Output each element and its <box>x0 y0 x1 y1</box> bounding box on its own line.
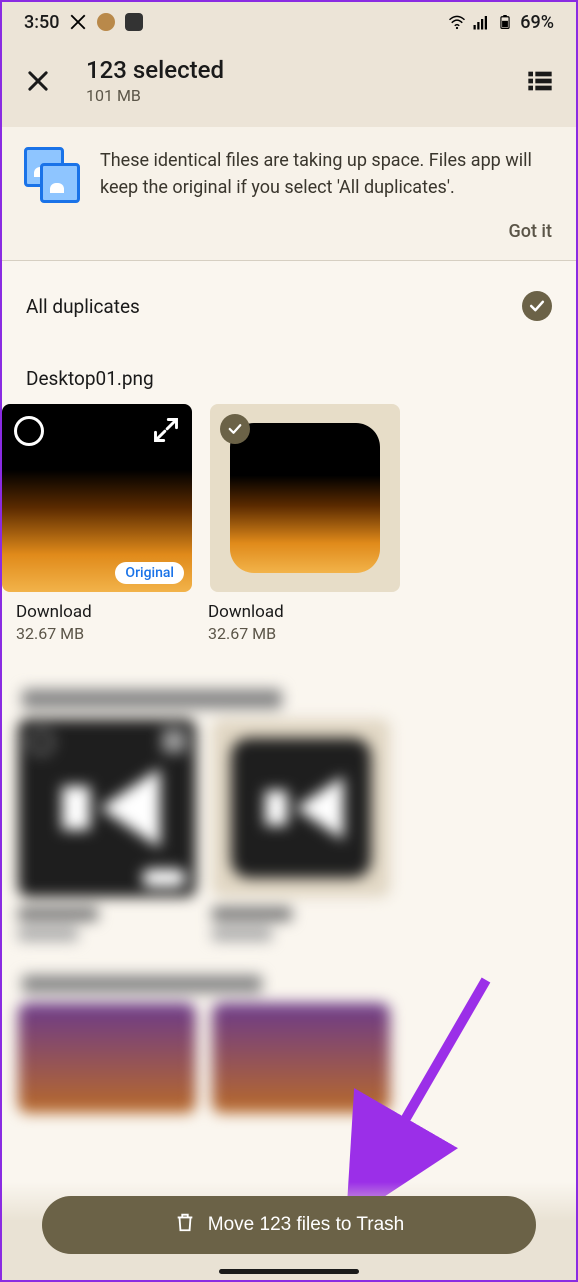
selected-check-icon[interactable] <box>220 414 250 444</box>
thumbnail-row: Original Download 32.67 MB Download 32.6… <box>2 404 576 643</box>
status-time: 3:50 <box>24 12 59 33</box>
duplicates-illustration-icon <box>24 147 80 203</box>
status-bar: 3:50 69% <box>2 2 576 42</box>
file-item-original[interactable]: Original Download 32.67 MB <box>2 404 192 643</box>
info-card: These identical files are taking up spac… <box>2 127 576 261</box>
x-app-icon <box>69 13 87 31</box>
file-item-duplicate[interactable]: Download 32.67 MB <box>202 404 392 643</box>
wifi-icon <box>448 13 466 31</box>
selection-subtitle: 101 MB <box>86 86 526 105</box>
selection-topbar: 123 selected 101 MB <box>2 42 576 127</box>
select-circle-icon[interactable] <box>14 416 44 446</box>
close-icon[interactable] <box>24 67 52 95</box>
app-icon-1 <box>97 13 115 31</box>
expand-icon[interactable] <box>152 416 180 444</box>
got-it-button[interactable]: Got it <box>24 203 554 252</box>
view-list-icon[interactable] <box>526 67 554 95</box>
signal-icon <box>472 13 490 31</box>
all-duplicates-check-icon[interactable] <box>522 291 552 321</box>
blurred-group-2 <box>2 671 576 1119</box>
group-title: Desktop01.png <box>2 329 576 404</box>
nav-handle[interactable] <box>219 1269 359 1274</box>
app-icon-2 <box>125 13 143 31</box>
battery-icon <box>496 13 514 31</box>
trash-button-label: Move 123 files to Trash <box>208 1214 404 1236</box>
original-badge: Original <box>115 562 184 584</box>
all-duplicates-label: All duplicates <box>26 295 140 318</box>
selection-title: 123 selected <box>86 56 526 84</box>
bottom-bar: Move 123 files to Trash <box>2 1182 576 1280</box>
info-message: These identical files are taking up spac… <box>100 147 554 201</box>
battery-percent: 69% <box>520 12 554 33</box>
file-location: Download <box>16 602 190 622</box>
file-size: 32.67 MB <box>208 624 390 643</box>
all-duplicates-row[interactable]: All duplicates <box>2 261 576 329</box>
file-location: Download <box>208 602 390 622</box>
file-size: 32.67 MB <box>16 624 190 643</box>
trash-icon <box>174 1211 196 1239</box>
move-to-trash-button[interactable]: Move 123 files to Trash <box>42 1196 536 1254</box>
